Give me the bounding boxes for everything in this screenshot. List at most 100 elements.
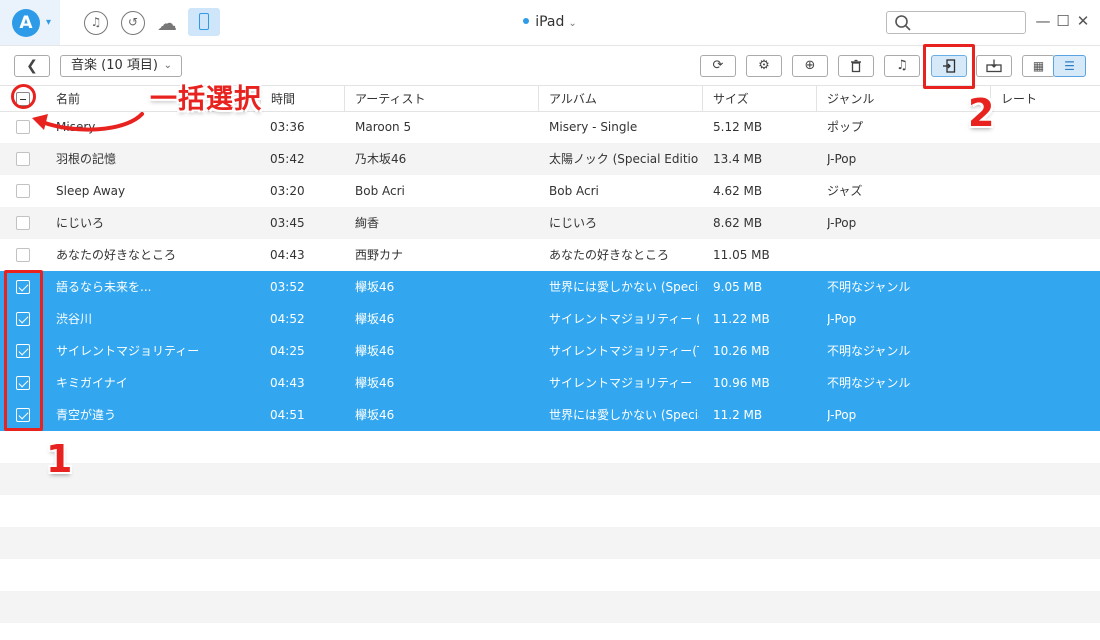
row-checkbox[interactable]: [16, 216, 30, 230]
cell-artist: Bob Acri: [355, 184, 405, 198]
cell-genre: 不明なジャンル: [827, 344, 911, 358]
header-genre[interactable]: ジャンル: [816, 86, 990, 112]
add-icon: ⊕: [804, 58, 816, 73]
cell-size: 8.62 MB: [713, 216, 763, 230]
row-checkbox[interactable]: [16, 120, 30, 134]
cell-genre: ジャズ: [827, 184, 863, 198]
close-icon[interactable]: ✕: [1074, 12, 1092, 30]
back-button[interactable]: ❮: [14, 55, 50, 77]
device-selector[interactable]: iPad ⌄: [500, 14, 600, 32]
song-list: Misery 03:36 Maroon 5 Misery - Single 5.…: [0, 111, 1100, 640]
category-dropdown[interactable]: 音楽 (10 項目) ⌄: [60, 55, 182, 77]
settings-button[interactable]: ⚙: [746, 55, 782, 77]
cell-name: にじいろ: [56, 216, 105, 230]
row-checkbox[interactable]: [16, 152, 30, 166]
table-row-selected[interactable]: サイレントマジョリティー 04:25 欅坂46 サイレントマジョリティー(TYP…: [0, 335, 1100, 367]
cell-size: 11.22 MB: [713, 312, 770, 326]
empty-row: [0, 527, 1100, 559]
delete-button[interactable]: [838, 55, 874, 77]
header-size[interactable]: サイズ: [702, 86, 816, 112]
cell-name: 渋谷川: [56, 312, 93, 326]
empty-row: [0, 591, 1100, 623]
gear-icon: ⚙: [758, 58, 770, 73]
cell-genre: J-Pop: [827, 216, 857, 230]
row-checkbox[interactable]: [16, 248, 30, 262]
cell-time: 05:42: [270, 152, 305, 166]
table-row-selected[interactable]: 語るなら未来を... 03:52 欅坂46 世界には愛しかない (Specia.…: [0, 271, 1100, 303]
app-menu[interactable]: A ▾: [0, 0, 60, 45]
to-itunes-button[interactable]: ♫: [884, 55, 920, 77]
title-bar: A ▾ ♫ ↺ ☁ iPad ⌄ — ☐ ✕: [0, 0, 1100, 45]
cell-genre: 不明なジャンル: [827, 280, 911, 294]
cell-time: 03:20: [270, 184, 305, 198]
cell-time: 03:52: [270, 280, 305, 294]
chevron-left-icon: ❮: [26, 58, 38, 74]
cell-album: 世界には愛しかない (Specia...: [549, 280, 699, 294]
cell-genre: J-Pop: [827, 312, 857, 326]
cell-artist: 欅坂46: [355, 344, 395, 358]
music-icon[interactable]: ♫: [84, 11, 108, 35]
add-button[interactable]: ⊕: [792, 55, 828, 77]
grid-view-icon: ▦: [1032, 59, 1045, 73]
annotation-arrow-icon: [32, 112, 144, 132]
cell-size: 13.4 MB: [713, 152, 763, 166]
cell-size: 11.2 MB: [713, 408, 763, 422]
cell-name: キミガイナイ: [56, 376, 128, 390]
list-view-icon: ☰: [1064, 59, 1075, 73]
select-all-callout: 一括選択: [150, 84, 262, 115]
checkbox-highlight-box: [4, 270, 43, 431]
cell-artist: 乃木坂46: [355, 152, 407, 166]
table-row-selected[interactable]: 青空が違う 04:51 欅坂46 世界には愛しかない (Specia... 11…: [0, 399, 1100, 431]
history-icon[interactable]: ↺: [121, 11, 145, 35]
header-time[interactable]: 時間: [260, 86, 344, 112]
cell-album: サイレントマジョリティー: [549, 376, 693, 390]
connected-dot: [523, 18, 530, 24]
cell-album: Bob Acri: [549, 184, 599, 198]
maximize-icon[interactable]: ☐: [1054, 12, 1072, 30]
empty-row: [0, 463, 1100, 495]
cell-artist: 欅坂46: [355, 312, 395, 326]
cell-name: 語るなら未来を...: [56, 280, 152, 294]
row-checkbox[interactable]: [16, 184, 30, 198]
ipad-icon[interactable]: [188, 8, 220, 36]
trash-icon: [851, 59, 861, 73]
search-box[interactable]: [886, 11, 1026, 34]
table-row[interactable]: 羽根の記憶 05:42 乃木坂46 太陽ノック (Special Edition…: [0, 143, 1100, 175]
to-device-button[interactable]: [976, 55, 1012, 77]
cell-size: 11.05 MB: [713, 248, 770, 262]
cell-artist: 欅坂46: [355, 280, 395, 294]
search-input[interactable]: [917, 14, 1021, 31]
cell-album: 世界には愛しかない (Specia...: [549, 408, 699, 422]
refresh-button[interactable]: ⟳: [700, 55, 736, 77]
cell-size: 9.05 MB: [713, 280, 763, 294]
cell-genre: [827, 239, 987, 271]
cell-artist: 絢香: [355, 216, 380, 230]
cloud-icon[interactable]: ☁: [155, 11, 179, 35]
category-label: 音楽 (10 項目): [71, 58, 158, 73]
cell-size: 5.12 MB: [713, 120, 763, 134]
app-logo: A: [12, 9, 40, 37]
chevron-down-icon: ▾: [46, 17, 52, 28]
cell-name: Sleep Away: [56, 184, 126, 198]
cell-time: 03:45: [270, 216, 305, 230]
table-row[interactable]: にじいろ 03:45 絢香 にじいろ 8.62 MB J-Pop: [0, 207, 1100, 239]
table-row[interactable]: Sleep Away 03:20 Bob Acri Bob Acri 4.62 …: [0, 175, 1100, 207]
cell-artist: 欅坂46: [355, 376, 395, 390]
table-row-selected[interactable]: 渋谷川 04:52 欅坂46 サイレントマジョリティー (Spec... 11.…: [0, 303, 1100, 335]
cell-album: あなたの好きなところ: [549, 248, 670, 262]
cell-time: 04:43: [270, 376, 305, 390]
table-row-selected[interactable]: キミガイナイ 04:43 欅坂46 サイレントマジョリティー 10.96 MB …: [0, 367, 1100, 399]
device-name: iPad: [535, 14, 565, 30]
itunes-icon: ♫: [896, 58, 908, 73]
header-artist[interactable]: アーティスト: [344, 86, 538, 112]
list-view-button[interactable]: ☰: [1053, 55, 1086, 77]
header-album[interactable]: アルバム: [538, 86, 702, 112]
empty-row: [0, 559, 1100, 591]
to-device-icon: [986, 59, 1002, 73]
minimize-icon[interactable]: —: [1034, 12, 1052, 30]
table-row[interactable]: あなたの好きなところ 04:43 西野カナ あなたの好きなところ 11.05 M…: [0, 239, 1100, 271]
grid-view-button[interactable]: ▦: [1022, 55, 1055, 77]
step-2-label: 2: [968, 91, 995, 135]
cell-album: にじいろ: [549, 216, 598, 230]
header-rate[interactable]: レート: [990, 86, 1100, 112]
